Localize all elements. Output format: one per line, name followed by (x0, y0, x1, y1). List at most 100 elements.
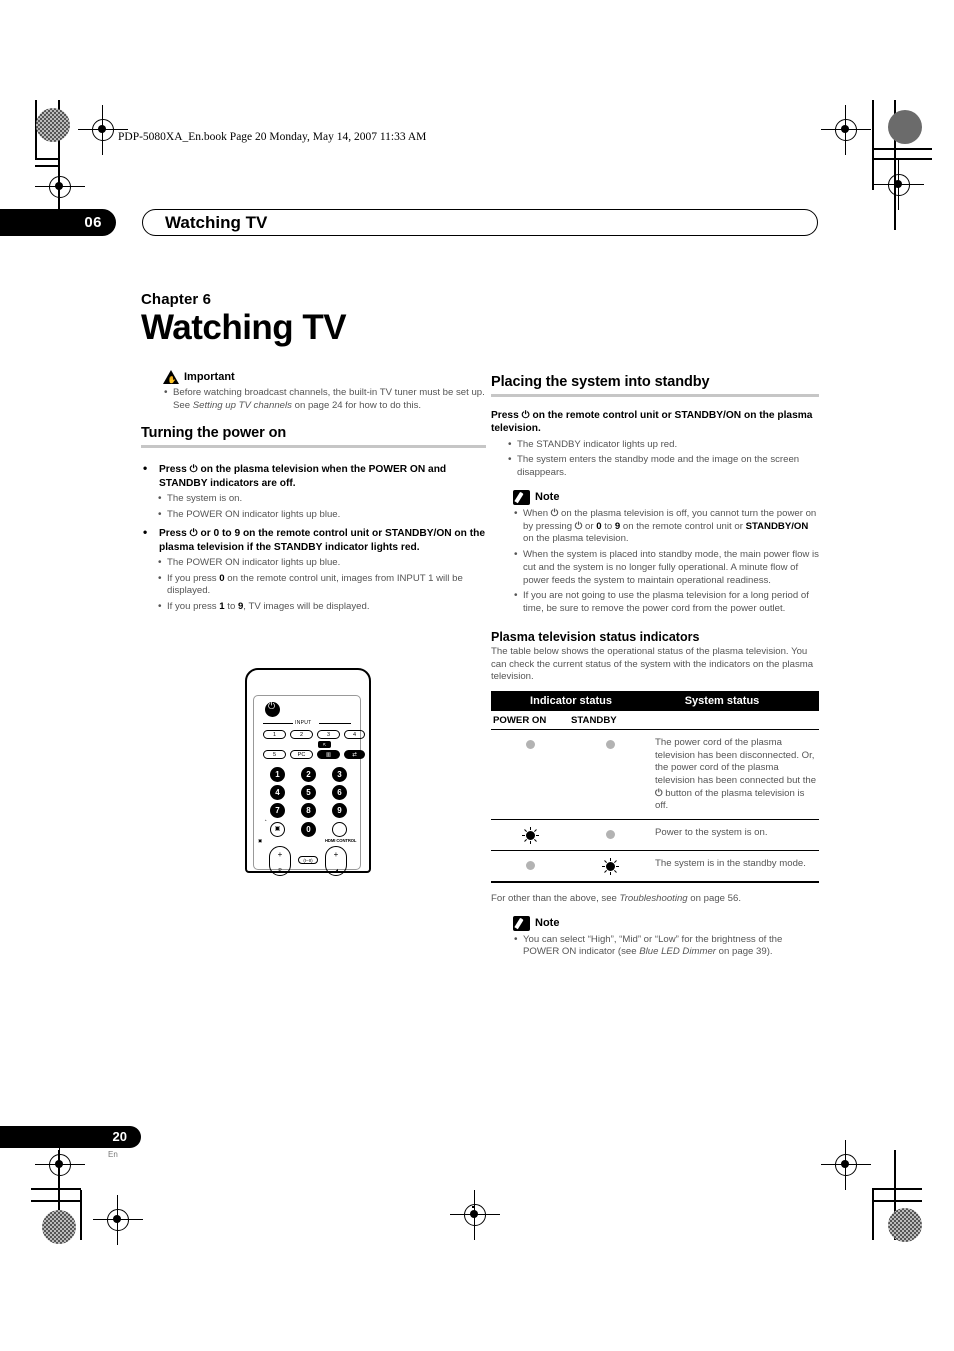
section-status-indicators: Plasma television status indicators The … (491, 630, 819, 959)
input-button-5: 5 (263, 750, 286, 759)
registration-mark (93, 1195, 143, 1245)
note-block-dimmer: Note You can select “High”, “Mid” or “Lo… (513, 915, 819, 960)
column-subheader-power-on: POWER ON (493, 714, 547, 726)
list-item: The STANDBY indicator lights up red. (507, 438, 819, 452)
list-item: You can select “High”, “Mid” or “Low” fo… (513, 933, 819, 960)
registration-mark (821, 1140, 871, 1190)
list-item: Press ⏻ on the plasma television when th… (141, 461, 486, 490)
remote-number-3: 3 (332, 767, 347, 782)
remote-number-1: 1 (270, 767, 285, 782)
important-list: Before watching broadcast channels, the … (163, 386, 486, 413)
section-heading: Turning the power on (141, 425, 287, 442)
status-intro: The table below shows the operational st… (491, 645, 814, 683)
note-label: Note (535, 491, 560, 504)
crop-mark (35, 165, 37, 166)
step-1-subitems: The system is on. The POWER ON indicator… (157, 492, 486, 522)
list-item: The system enters the standby mode and t… (507, 453, 819, 480)
calibration-dot (36, 108, 70, 142)
list-item: When ⏻ on the plasma television is off, … (513, 507, 819, 546)
led-off-icon (525, 740, 535, 749)
remote-number-9: 9 (332, 803, 347, 818)
channel-label: P (278, 868, 282, 874)
chapter-label: Chapter 6 (141, 291, 212, 308)
cell-power-on-state (491, 858, 569, 875)
input-button-3: 3 (317, 730, 340, 739)
crop-mark (35, 158, 60, 160)
list-item: Press ⏻ or 0 to 9 on the remote control … (141, 525, 486, 554)
crop-mark (31, 1200, 81, 1202)
power-icon: ⏻ (189, 528, 198, 540)
standby-instruction: Press ⏻ on the remote control unit or ST… (491, 410, 813, 435)
status-table: Indicator status System status POWER ON … (491, 691, 819, 883)
left-column: Chapter 6 Watching TV Important Before w… (141, 291, 486, 620)
note-label: Note (535, 917, 560, 930)
table-subheader-row: POWER ON STANDBY (491, 711, 819, 729)
crop-mark (872, 158, 932, 160)
remote-number-5: 5 (301, 785, 316, 800)
crop-mark (31, 1188, 81, 1190)
section-turning-power-on: Turning the power on Press ⏻ on the plas… (141, 425, 486, 614)
page-language-label: En (108, 1150, 118, 1159)
step-2-subitems: The POWER ON indicator lights up blue. I… (157, 556, 486, 614)
table-header-row: Indicator status System status (491, 691, 819, 711)
registration-mark (35, 1140, 85, 1190)
heading-rule (491, 394, 819, 397)
note-list: You can select “High”, “Mid” or “Low” fo… (513, 933, 819, 960)
calibration-dot (888, 110, 922, 144)
led-lit-icon (522, 827, 539, 844)
cell-description: The power cord of the plasma television … (655, 737, 817, 812)
hdmi-control-label: HDMI CONTROL (325, 838, 357, 843)
table-row: The power cord of the plasma television … (491, 729, 819, 819)
input-button-pc: PC (290, 750, 313, 759)
table-row: The system is in the standby mode. (491, 849, 819, 881)
power-icon: ⏻ (655, 787, 663, 799)
right-column: Placing the system into standby Press ⏻ … (491, 374, 819, 962)
important-header: Important (163, 369, 486, 384)
input-button-screen: ▥ (317, 750, 340, 759)
calibration-dot (42, 1210, 76, 1244)
remote-channel-rocker: + P (269, 846, 291, 876)
power-icon: ⏻ (574, 520, 583, 532)
registration-mark (450, 1190, 500, 1240)
remote-hdmi-control-button (332, 822, 347, 837)
volume-label: ◢ (334, 868, 338, 874)
input-aux-icon: ⇱ (318, 741, 331, 748)
power-icon: ⏻ (521, 410, 530, 421)
input-label: INPUT (295, 720, 312, 726)
page-ref: 24 (331, 399, 343, 411)
list-item: If you are not going to use the plasma t… (513, 589, 819, 616)
heading-rule (141, 445, 486, 449)
column-header-system-status: System status (684, 695, 760, 707)
registration-mark (821, 105, 871, 155)
crop-mark (80, 1190, 82, 1240)
power-icon: ⏻ (189, 464, 198, 476)
remote-corner-marker: ▣ (258, 838, 263, 843)
chapter-band: 06 Watching TV (0, 209, 818, 236)
remote-number-4: 4 (270, 785, 285, 800)
list-item: The POWER ON indicator lights up blue. (157, 508, 486, 522)
remote-control-illustration: INPUT 1 2 3 4 ⇱ 5 PC ▥ ⇄ 1 2 3 4 5 6 7 8… (245, 668, 371, 876)
led-off-icon (605, 829, 615, 839)
crop-mark (872, 1188, 922, 1190)
input-button-1: 1 (263, 730, 286, 739)
page-number-badge: 20 (0, 1126, 141, 1148)
table-bottom-rule (491, 880, 819, 883)
crop-mark (872, 148, 932, 150)
crop-mark (472, 1206, 474, 1208)
important-label: Important (184, 370, 235, 383)
crop-mark (872, 1200, 922, 1202)
column-subheader-standby: STANDBY (571, 714, 617, 726)
cross-reference: Setting up TV channels (192, 399, 292, 411)
remote-volume-rocker: + ◢ (325, 846, 347, 876)
crop-mark (872, 1190, 874, 1240)
list-item: The system is on. (157, 492, 486, 506)
note-block-standby: Note When ⏻ on the plasma television is … (513, 489, 819, 616)
chapter-number-badge: 06 (0, 209, 116, 236)
cell-standby-state (569, 827, 651, 844)
chapter-band-title: Watching TV (165, 213, 268, 232)
list-item: When the system is placed into standby m… (513, 548, 819, 587)
cell-standby-state (569, 737, 651, 813)
status-footnote: For other than the above, see Troublesho… (491, 892, 741, 904)
registration-mark (874, 160, 924, 210)
cell-standby-state (569, 858, 651, 875)
